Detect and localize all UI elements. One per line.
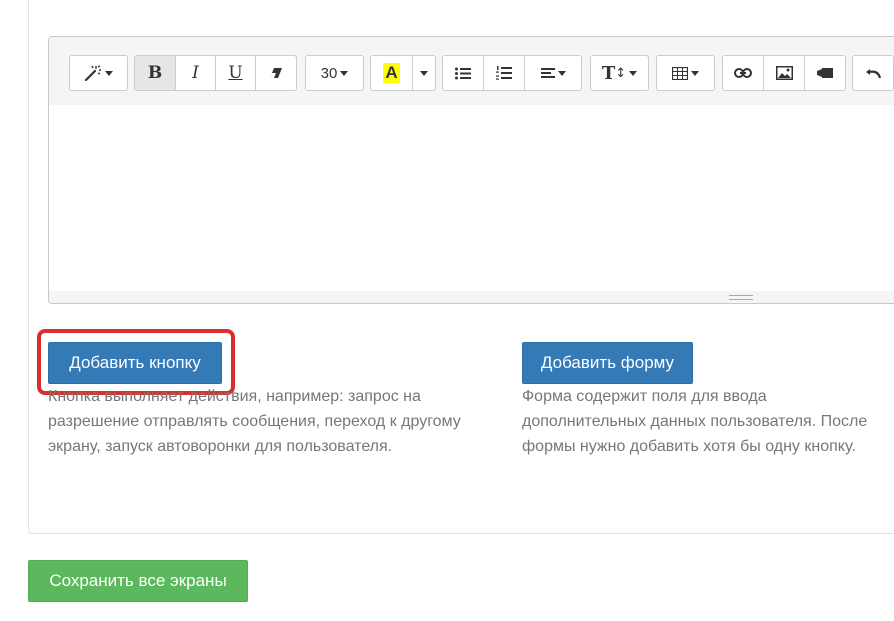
chevron-down-icon <box>629 70 638 76</box>
chevron-down-icon <box>340 70 349 76</box>
align-dropdown[interactable] <box>524 55 582 91</box>
table-dropdown[interactable] <box>656 55 715 91</box>
video-icon <box>817 68 833 78</box>
undo-button[interactable] <box>852 55 894 91</box>
text-height-icon: T <box>601 62 616 84</box>
bullet-list-icon <box>455 67 471 80</box>
bullet-list-button[interactable] <box>442 55 484 91</box>
clear-format-button[interactable] <box>255 55 297 91</box>
color-group: A <box>370 55 436 91</box>
arrow-updown-icon: ↕ <box>615 65 627 81</box>
image-icon <box>775 66 793 80</box>
undo-icon <box>865 67 881 79</box>
save-all-screens-button[interactable]: Сохранить все экраны <box>28 560 248 602</box>
numbered-list-icon <box>496 66 512 80</box>
underline-label: U <box>228 63 243 83</box>
numbered-list-button[interactable] <box>483 55 525 91</box>
align-icon <box>540 67 555 79</box>
font-style-group: B I U <box>134 55 297 91</box>
link-button[interactable] <box>722 55 764 91</box>
add-form-label: Добавить форму <box>540 353 675 372</box>
table-group <box>656 55 715 91</box>
link-icon <box>734 68 752 78</box>
chevron-down-icon <box>691 70 699 76</box>
image-button[interactable] <box>763 55 805 91</box>
text-height-group: T ↕ <box>590 55 649 91</box>
chevron-down-icon <box>420 70 428 76</box>
magic-wand-icon <box>84 65 102 81</box>
eraser-icon <box>269 67 283 79</box>
editor-toolbar: B I U 30 A T ↕ <box>49 37 894 105</box>
history-group <box>852 55 894 91</box>
highlight-color-button[interactable]: A <box>370 55 413 91</box>
style-group <box>69 55 128 91</box>
resize-handle[interactable] <box>729 295 753 300</box>
chevron-down-icon <box>105 70 113 76</box>
bold-button[interactable]: B <box>134 55 176 91</box>
add-button-description: Кнопка выполняет действия, например: зап… <box>48 388 461 455</box>
add-form-description: Форма содержит поля для ввода дополнител… <box>522 388 868 455</box>
chevron-down-icon <box>557 70 566 76</box>
color-dropdown-button[interactable] <box>412 55 436 91</box>
rich-text-editor: B I U 30 A T ↕ <box>48 36 894 304</box>
font-size-value: 30 <box>320 64 338 82</box>
style-button[interactable] <box>69 55 128 91</box>
insert-group <box>722 55 846 91</box>
font-size-group: 30 <box>305 55 364 91</box>
video-button[interactable] <box>804 55 846 91</box>
italic-button[interactable]: I <box>175 55 216 91</box>
bold-label: B <box>147 63 163 83</box>
line-height-dropdown[interactable]: T ↕ <box>590 55 649 91</box>
italic-label: I <box>192 63 199 83</box>
paragraph-group <box>442 55 582 91</box>
highlight-letter: A <box>383 63 400 83</box>
editor-content-area[interactable] <box>49 105 894 293</box>
add-form-button[interactable]: Добавить форму <box>522 342 693 384</box>
table-icon <box>672 66 688 80</box>
font-size-dropdown[interactable]: 30 <box>305 55 364 91</box>
editor-statusbar <box>49 291 894 303</box>
save-all-label: Сохранить все экраны <box>49 571 227 590</box>
underline-button[interactable]: U <box>215 55 256 91</box>
